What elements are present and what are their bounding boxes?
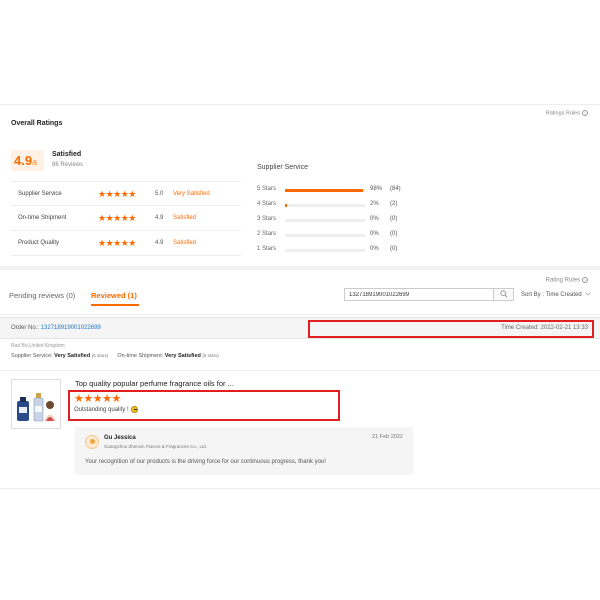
sort-by-dropdown[interactable]: Sort By : Time Created	[521, 292, 592, 298]
rating-label: On-time Shipment	[18, 215, 67, 221]
distribution-count: (2)	[390, 201, 398, 207]
reply-date: 21 Feb 2022	[372, 434, 403, 440]
rating-row-on-time-shipment: On-time Shipment ★★★★★ 4.9 Satisfied	[11, 206, 241, 231]
reply-company-name: Guangzhou Zhenxin Flavors & Fragrances C…	[104, 444, 208, 449]
order-number-link[interactable]: 132718919001022699	[41, 325, 101, 331]
supplier-reply: Gu Jessica Guangzhou Zhenxin Flavors & F…	[75, 427, 413, 475]
overall-ratings-title: Overall Ratings	[11, 120, 63, 127]
tab-reviewed[interactable]: Reviewed (1)	[91, 291, 137, 300]
supplier-avatar	[85, 435, 99, 449]
active-tab-indicator	[91, 304, 139, 306]
review-star-rating-icon: ★★★★★	[74, 393, 121, 405]
distribution-count: (0)	[390, 231, 398, 237]
rating-score: 4.9	[155, 215, 164, 221]
reply-text: Your recognition of our products is the …	[85, 459, 326, 465]
rating-word: Very Satisfied	[173, 191, 210, 197]
chevron-down-icon	[585, 292, 592, 296]
star-rating-icon: ★★★★★	[98, 189, 136, 199]
sort-by-label[interactable]: Sort By : Time Created	[521, 292, 582, 298]
distribution-label: 3 Stars	[257, 216, 277, 222]
distribution-percent: 98%	[370, 186, 383, 192]
order-number-label: Order No.:	[11, 325, 41, 331]
distribution-bar	[285, 204, 365, 207]
distribution-label: 1 Stars	[257, 246, 277, 252]
distribution-row: 3 Stars 0% (0)	[257, 215, 417, 230]
reply-author-name: Gu Jessica	[104, 435, 136, 441]
distribution-count: (0)	[390, 246, 398, 252]
reviews-toolbar: Rating Rules? Pending reviews (0) Review…	[0, 270, 600, 315]
order-number: Order No.: 132718919001022699	[11, 325, 101, 331]
supplier-service-label: Supplier Service:	[11, 353, 55, 359]
distribution-percent: 2%	[370, 201, 379, 207]
overall-ratings-card: Overall Ratings Ratings Rules? 4.9/5 Sat…	[0, 104, 600, 266]
rating-word: Satisfied	[173, 240, 197, 246]
distribution-count: (0)	[390, 216, 398, 222]
reviews-count: 86 Reviews	[52, 162, 84, 168]
score-out-of: /5	[32, 161, 38, 167]
distribution-percent: 0%	[370, 216, 379, 222]
distribution-row: 5 Stars 98% (84)	[257, 185, 417, 200]
ratings-rules-link[interactable]: Ratings Rules?	[546, 110, 588, 116]
product-thumbnail[interactable]	[11, 379, 61, 429]
tabs-divider	[0, 314, 600, 315]
overall-score: 4.9	[14, 153, 33, 168]
rating-label: Supplier Service	[18, 191, 62, 197]
ratings-table: Supplier Service ★★★★★ 5.0 Very Satisfie…	[11, 181, 241, 256]
rating-row-supplier-service: Supplier Service ★★★★★ 5.0 Very Satisfie…	[11, 181, 241, 206]
rating-row-product-quality: Product Quality ★★★★★ 4.9 Satisfied	[11, 231, 241, 256]
order-search-input[interactable]	[344, 288, 494, 301]
tab-pending-reviews[interactable]: Pending reviews (0)	[9, 291, 75, 300]
ratings-rules-label[interactable]: Ratings Rules	[546, 110, 580, 116]
rating-score: 4.9	[155, 240, 164, 246]
search-button[interactable]	[494, 288, 514, 301]
rating-word: Satisfied	[173, 215, 197, 221]
distribution-row: 4 Stars 2% (2)	[257, 200, 417, 215]
supplier-service-value: Very Satisfied	[54, 353, 91, 359]
shipment-stars: (5 stars)	[202, 353, 219, 358]
distribution-bar	[285, 189, 365, 192]
product-title-link[interactable]: Top quality popular perfume fragrance oi…	[75, 379, 234, 388]
supplier-service-stars: (5 stars)	[91, 353, 109, 358]
distribution-bar-fill	[285, 204, 287, 207]
search-icon	[499, 290, 507, 298]
distribution-bar-fill	[285, 189, 364, 192]
shipment-label: On-time Shipment:	[117, 353, 165, 359]
buyer-service-ratings: Supplier Service: Very Satisfied (5 star…	[11, 353, 219, 359]
review-comment: Outstanding quality !	[74, 407, 129, 414]
distribution-bar	[285, 234, 365, 237]
rating-rules-label[interactable]: Rating Rules	[546, 278, 580, 284]
bottom-divider	[0, 488, 600, 489]
info-icon: ?	[582, 110, 588, 116]
review-text: Outstanding quality !	[74, 406, 139, 414]
rating-rules-link[interactable]: Rating Rules?	[546, 277, 588, 284]
rating-score: 5.0	[155, 191, 164, 197]
distribution-percent: 0%	[370, 231, 379, 237]
distribution-bar	[285, 219, 365, 222]
overall-satisfaction: Satisfied	[52, 151, 82, 158]
supplier-service-title: Supplier Service	[257, 164, 308, 171]
distribution-bar	[285, 249, 365, 252]
distribution-row: 2 Stars 0% (0)	[257, 230, 417, 245]
overall-score-badge: 4.9/5	[11, 150, 44, 171]
star-distribution: 5 Stars 98% (84) 4 Stars 2% (2) 3 Stars …	[257, 185, 417, 260]
smile-emoji-icon	[131, 406, 139, 413]
rating-label: Product Quality	[18, 240, 60, 246]
star-rating-icon: ★★★★★	[98, 213, 136, 223]
review-divider	[0, 370, 600, 371]
distribution-label: 4 Stars	[257, 201, 277, 207]
perfume-product-image	[12, 380, 60, 428]
star-rating-icon: ★★★★★	[98, 238, 136, 248]
shipment-value: Very Satisfied	[164, 353, 201, 359]
distribution-count: (84)	[390, 186, 401, 192]
buyer-location: Rad Bo,United Kingdom	[11, 343, 65, 349]
order-header: Order No.: 132718919001022699 Time Creat…	[0, 317, 600, 339]
time-created: Time Created: 2022-02-21 13:33	[501, 325, 588, 331]
distribution-percent: 0%	[370, 246, 379, 252]
distribution-label: 2 Stars	[257, 231, 277, 237]
info-icon: ?	[582, 277, 588, 283]
distribution-label: 5 Stars	[257, 186, 277, 192]
distribution-row: 1 Stars 0% (0)	[257, 245, 417, 260]
